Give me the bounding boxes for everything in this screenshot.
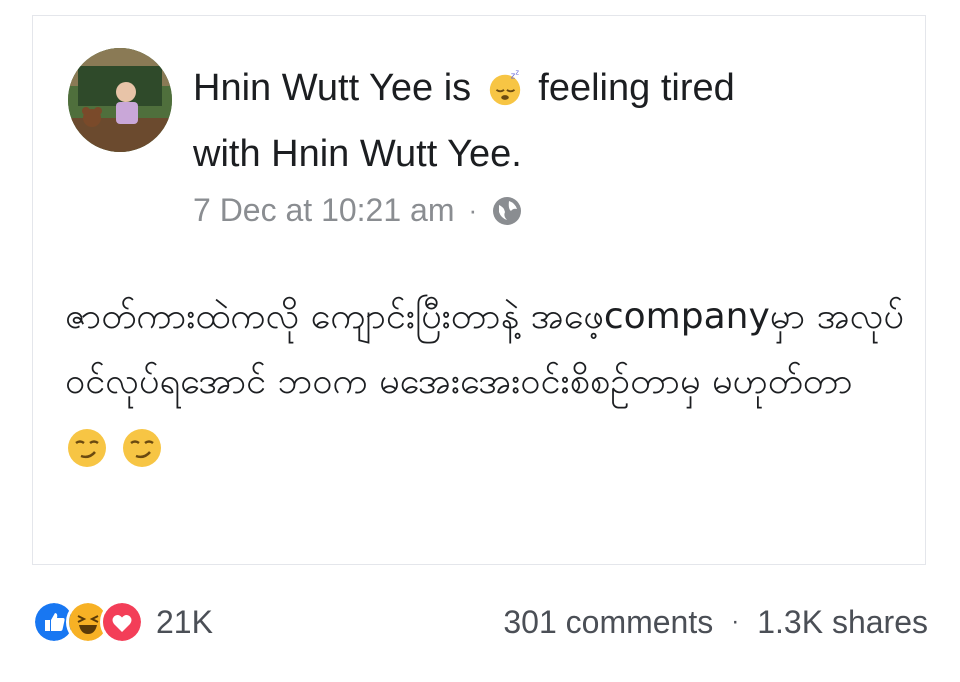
- post-meta: 7 Dec at 10:21 am ·: [193, 192, 523, 229]
- sleepy-face-icon: z z: [489, 69, 520, 106]
- reactions-summary[interactable]: 21K: [32, 600, 213, 644]
- post-card: Hnin Wutt Yee is z z feeling tired with …: [32, 15, 926, 565]
- meta-separator: ·: [468, 195, 478, 225]
- shares-count[interactable]: 1.3K shares: [757, 604, 928, 641]
- post-timestamp[interactable]: 7 Dec at 10:21 am: [193, 192, 454, 229]
- is-text: is: [443, 66, 472, 109]
- feeling-text[interactable]: feeling tired: [538, 67, 734, 109]
- post-body: ဇာတ်ကားထဲကလို ကျောင်းပြီးတာနဲ့ အဖေ့compa…: [65, 284, 905, 479]
- post-stats: 301 comments · 1.3K shares: [503, 604, 928, 641]
- love-icon: [100, 600, 144, 644]
- smirking-face-icon: [123, 429, 162, 467]
- post-footer: 21K 301 comments · 1.3K shares: [32, 597, 928, 647]
- with-text[interactable]: with Hnin Wutt Yee.: [193, 133, 522, 175]
- comments-count[interactable]: 301 comments: [503, 604, 713, 641]
- author-name[interactable]: Hnin Wutt Yee: [193, 67, 433, 109]
- post-header: Hnin Wutt Yee is z z feeling tired with …: [193, 54, 893, 186]
- svg-text:z: z: [515, 69, 519, 77]
- globe-icon[interactable]: [491, 195, 523, 227]
- author-avatar[interactable]: [68, 48, 172, 152]
- reaction-count[interactable]: 21K: [156, 604, 213, 641]
- post-body-text: ဇာတ်ကားထဲကလို ကျောင်းပြီးတာနဲ့ အဖေ့compa…: [65, 296, 904, 402]
- stats-separator: ·: [731, 608, 740, 635]
- smirking-face-icon: [68, 429, 106, 467]
